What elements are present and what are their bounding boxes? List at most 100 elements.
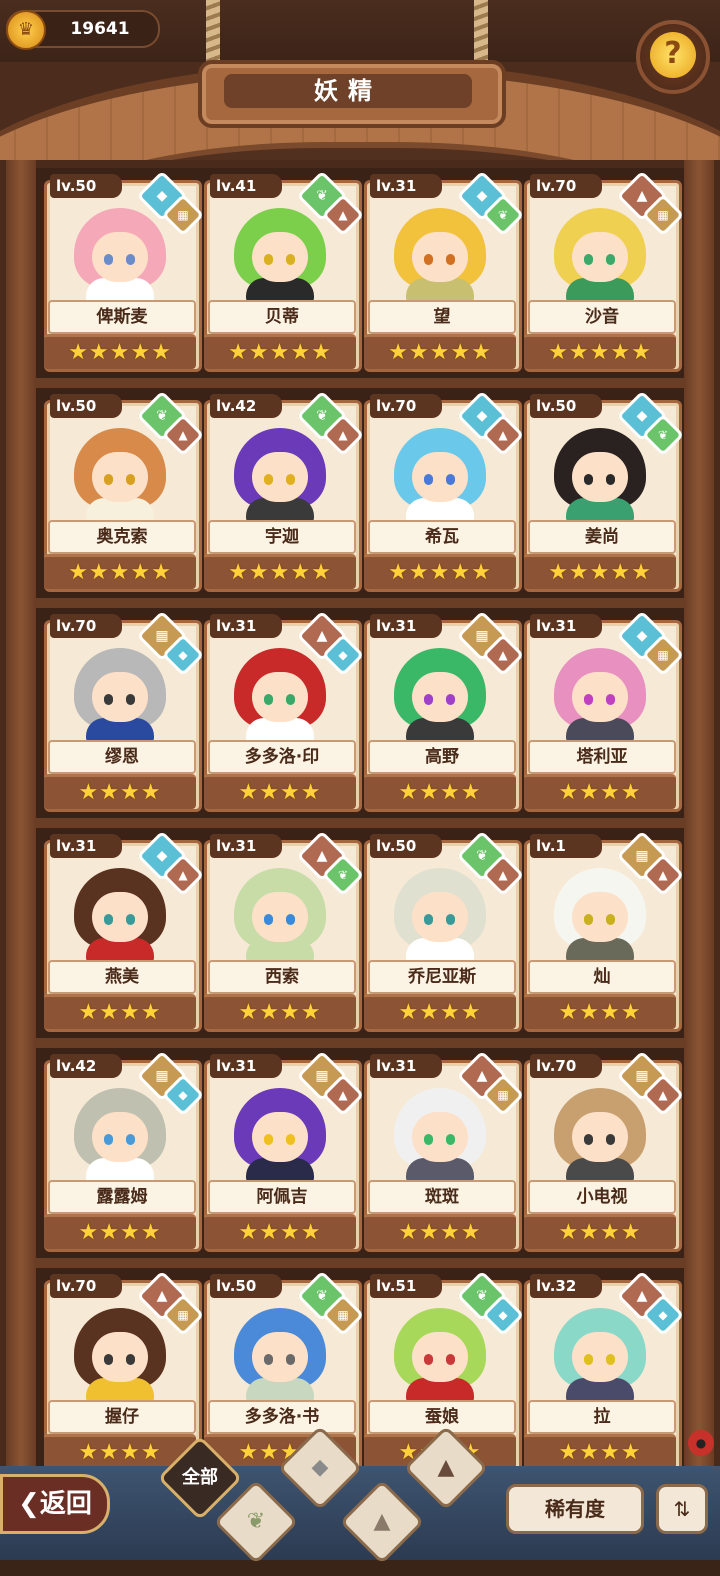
mountain-snow-icon: ▲ <box>437 1455 455 1480</box>
star-icons: ★★★★ <box>78 780 162 805</box>
fairy-name: 燕美 <box>105 967 139 987</box>
fairy-card[interactable]: lv.31 ▲ ▦ 斑斑 ★★★★ <box>364 1050 525 1258</box>
fairy-card[interactable]: lv.32 ▲ ◆ 拉 ★★★★ <box>524 1270 685 1478</box>
star-icons: ★★★★★ <box>388 560 492 585</box>
star-icons: ★★★★ <box>398 1220 482 1245</box>
fairy-portrait <box>74 648 166 742</box>
help-button[interactable]: ? <box>636 20 710 94</box>
name-ribbon: 露露姆 <box>48 1180 196 1214</box>
name-ribbon: 高野 <box>368 740 516 774</box>
fairy-name: 多多洛·印 <box>244 747 320 767</box>
fairy-name: 斑斑 <box>425 1187 459 1207</box>
fairy-card[interactable]: lv.70 ▲ ▦ 沙音 ★★★★★ <box>524 170 685 378</box>
level-badge: lv.31 <box>210 614 282 638</box>
sort-order-button[interactable]: ⇅ <box>656 1484 708 1534</box>
fairy-portrait <box>394 1088 486 1182</box>
star-icons: ★★★★ <box>558 1440 642 1465</box>
star-icons: ★★★★ <box>238 1000 322 1025</box>
fairy-name: 西索 <box>265 967 299 987</box>
star-rating: ★★★★ <box>524 774 676 809</box>
star-rating: ★★★★★ <box>204 334 356 369</box>
level-badge: lv.42 <box>210 394 282 418</box>
name-ribbon: 俾斯麦 <box>48 300 196 334</box>
fairy-card[interactable]: lv.31 ▦ ▲ 阿佩吉 ★★★★ <box>204 1050 365 1258</box>
star-rating: ★★★★ <box>364 774 516 809</box>
star-rating: ★★★★★ <box>44 334 196 369</box>
fairy-portrait <box>554 428 646 522</box>
fairy-card[interactable]: lv.50 ❦ ▲ 奥克索 ★★★★★ <box>44 390 205 598</box>
level-badge: lv.41 <box>210 174 282 198</box>
fairy-portrait <box>74 428 166 522</box>
star-rating: ★★★★ <box>204 1214 356 1249</box>
fairy-card[interactable]: lv.41 ❦ ▲ 贝蒂 ★★★★★ <box>204 170 365 378</box>
mountain-icon: ▲ <box>373 1509 391 1534</box>
fairy-name: 希瓦 <box>425 527 459 547</box>
star-icons: ★★★★★ <box>68 340 172 365</box>
fairy-name: 姜尚 <box>585 527 619 547</box>
fairy-name: 握仔 <box>105 1407 139 1427</box>
fairy-portrait <box>74 1308 166 1402</box>
fairy-card[interactable]: lv.1 ▦ ▲ 灿 ★★★★ <box>524 830 685 1038</box>
fairy-portrait <box>234 428 326 522</box>
star-icons: ★★★★ <box>238 1220 322 1245</box>
fairy-portrait <box>554 1308 646 1402</box>
ladybug-icon[interactable]: ● <box>688 1430 714 1456</box>
fairy-card[interactable]: lv.31 ▲ ◆ 多多洛·印 ★★★★ <box>204 610 365 818</box>
name-ribbon: 多多洛·书 <box>208 1400 356 1434</box>
level-badge: lv.70 <box>370 394 442 418</box>
fairy-portrait <box>234 868 326 962</box>
fairy-card[interactable]: lv.31 ◆ ▲ 燕美 ★★★★ <box>44 830 205 1038</box>
name-ribbon: 西索 <box>208 960 356 994</box>
currency-display: ♛ 19641 <box>6 10 160 50</box>
star-icons: ★★★★★ <box>388 340 492 365</box>
fairy-portrait <box>554 208 646 302</box>
star-icons: ★★★★ <box>238 780 322 805</box>
star-rating: ★★★★ <box>44 994 196 1029</box>
star-icons: ★★★★★ <box>228 340 332 365</box>
fairy-card[interactable]: lv.31 ▦ ▲ 高野 ★★★★ <box>364 610 525 818</box>
star-icons: ★★★★★ <box>548 340 652 365</box>
fairy-portrait <box>74 208 166 302</box>
level-badge: lv.70 <box>50 1274 122 1298</box>
star-rating: ★★★★ <box>524 1214 676 1249</box>
name-ribbon: 阿佩吉 <box>208 1180 356 1214</box>
name-ribbon: 塔利亚 <box>528 740 676 774</box>
name-ribbon: 拉 <box>528 1400 676 1434</box>
fairy-name: 沙音 <box>585 307 619 327</box>
fairy-card[interactable]: lv.70 ▦ ▲ 小电视 ★★★★ <box>524 1050 685 1258</box>
fairy-portrait <box>234 1088 326 1182</box>
level-badge: lv.50 <box>50 174 122 198</box>
back-button[interactable]: ❮返回 <box>0 1474 110 1534</box>
top-bar: ♛ 19641 <box>0 0 720 62</box>
fairy-card[interactable]: lv.42 ▦ ◆ 露露姆 ★★★★ <box>44 1050 205 1258</box>
name-ribbon: 斑斑 <box>368 1180 516 1214</box>
star-icons: ★★★★ <box>398 780 482 805</box>
fairy-name: 阿佩吉 <box>256 1187 308 1207</box>
fairy-name: 拉 <box>593 1407 611 1427</box>
star-icons: ★★★★ <box>558 1000 642 1025</box>
fairy-name: 望 <box>433 307 451 327</box>
name-ribbon: 姜尚 <box>528 520 676 554</box>
fairy-card[interactable]: lv.70 ◆ ▲ 希瓦 ★★★★★ <box>364 390 525 598</box>
star-icons: ★★★★ <box>558 1220 642 1245</box>
fairy-card[interactable]: lv.50 ◆ ❦ 姜尚 ★★★★★ <box>524 390 685 598</box>
fairy-card[interactable]: lv.70 ▦ ◆ 缪恩 ★★★★ <box>44 610 205 818</box>
fairy-card[interactable]: lv.50 ❦ ▲ 乔尼亚斯 ★★★★ <box>364 830 525 1038</box>
rarity-sort-button[interactable]: 稀有度 <box>506 1484 644 1534</box>
fairy-card[interactable]: lv.31 ▲ ❦ 西索 ★★★★ <box>204 830 365 1038</box>
name-ribbon: 灿 <box>528 960 676 994</box>
fairy-name: 灿 <box>593 967 611 987</box>
fairy-name: 宇迦 <box>265 527 299 547</box>
fairy-portrait <box>554 648 646 742</box>
fairy-card[interactable]: lv.70 ▲ ▦ 握仔 ★★★★ <box>44 1270 205 1478</box>
name-ribbon: 希瓦 <box>368 520 516 554</box>
fairy-card[interactable]: lv.50 ◆ ▦ 俾斯麦 ★★★★★ <box>44 170 205 378</box>
currency-value: 19641 <box>70 19 130 39</box>
fairy-card[interactable]: lv.31 ◆ ▦ 塔利亚 ★★★★ <box>524 610 685 818</box>
fairy-card[interactable]: lv.42 ❦ ▲ 宇迦 ★★★★★ <box>204 390 365 598</box>
level-badge: lv.1 <box>530 834 602 858</box>
star-icons: ★★★★ <box>398 1000 482 1025</box>
star-rating: ★★★★★ <box>364 554 516 589</box>
fairy-card[interactable]: lv.31 ◆ ❦ 望 ★★★★★ <box>364 170 525 378</box>
star-rating: ★★★★ <box>44 774 196 809</box>
